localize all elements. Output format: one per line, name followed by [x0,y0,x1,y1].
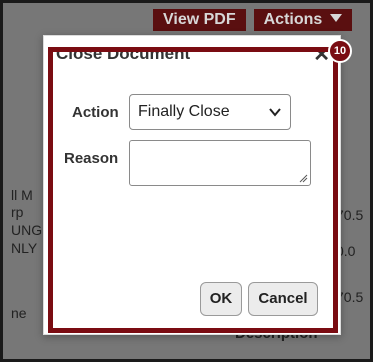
background-text: ll M [11,187,33,203]
background-text: rp [11,204,24,220]
step-badge: 10 [328,39,352,63]
screenshot-frame: View PDF Actions ll M rp UNG NLY ne 70.5… [0,0,373,362]
caret-down-icon [330,14,343,22]
background-text: UNG [11,222,43,238]
actions-label: Actions [263,11,323,28]
view-pdf-label: View PDF [163,11,236,28]
view-pdf-button[interactable]: View PDF [153,9,246,31]
background-toolbar: View PDF Actions [153,9,353,31]
highlight-box [48,47,338,333]
background-text: NLY [11,240,38,256]
background-text: ne [11,305,27,321]
actions-menu-button[interactable]: Actions [253,9,353,31]
